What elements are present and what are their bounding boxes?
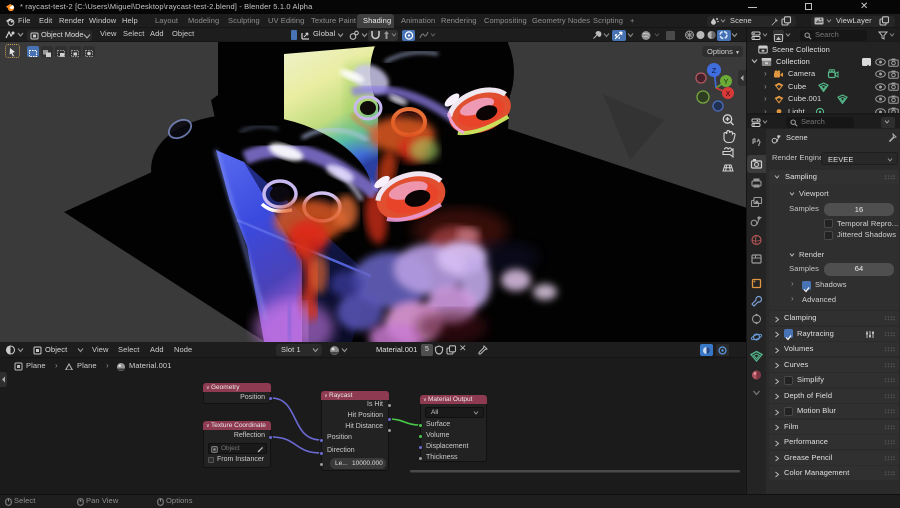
- svg-text:X: X: [726, 91, 731, 98]
- svg-text:Y: Y: [724, 79, 729, 86]
- svg-text:Z: Z: [712, 68, 717, 75]
